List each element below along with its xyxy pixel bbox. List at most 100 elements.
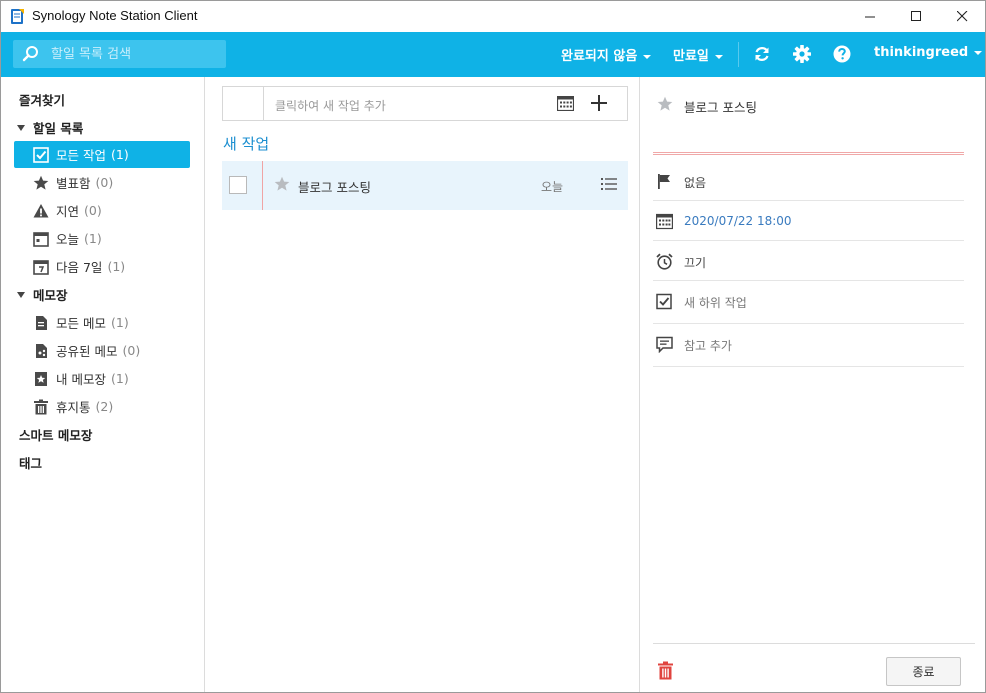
sidebar-item-label: 모든 작업	[56, 148, 106, 163]
sidebar-item-label: 지연	[56, 204, 80, 219]
sidebar-item-all-notes[interactable]: 모든 메모 (1)	[14, 309, 190, 336]
filter-label: 완료되지 않음	[561, 49, 638, 64]
sidebar-item-count: (1)	[110, 315, 129, 330]
sidebar-item-starred[interactable]: 별표함 (0)	[14, 169, 190, 196]
delete-task-icon[interactable]	[657, 661, 674, 680]
sort-label: 만료일	[673, 49, 709, 64]
minimize-icon	[864, 16, 875, 18]
detail-priority-row[interactable]: 없음	[653, 161, 964, 201]
search-box[interactable]	[13, 40, 226, 68]
detail-due-date: 2020/07/22 18:00	[684, 214, 792, 228]
detail-add-subtask: 새 하위 작업	[684, 296, 747, 310]
sidebar-item-favorites[interactable]: 즐겨찾기	[19, 86, 195, 113]
sidebar-item-today[interactable]: 오늘 (1)	[14, 225, 190, 252]
triangle-down-icon	[17, 291, 25, 298]
gear-icon[interactable]	[792, 44, 812, 64]
star-icon[interactable]	[274, 176, 290, 192]
detail-add-note: 참고 추가	[684, 339, 732, 353]
task-due-date: 오늘	[541, 180, 564, 194]
sidebar-item-overdue[interactable]: 지연 (0)	[14, 197, 190, 224]
sidebar-item-count: (1)	[110, 147, 129, 162]
calendar-today-icon	[33, 231, 49, 247]
sidebar-section-todo[interactable]: 할일 목록	[14, 114, 190, 141]
sidebar-item-all-tasks[interactable]: 모든 작업 (1)	[14, 141, 190, 168]
task-row[interactable]: 블로그 포스팅 오늘	[222, 161, 628, 210]
task-checkbox[interactable]	[229, 176, 247, 194]
search-input[interactable]	[51, 44, 221, 64]
maximize-button[interactable]	[893, 1, 939, 32]
star-icon[interactable]	[657, 96, 673, 112]
sidebar-section-label: 메모장	[33, 288, 68, 303]
close-icon	[956, 11, 967, 22]
sidebar-item-count: (1)	[84, 231, 102, 246]
calendar-week-icon	[33, 259, 49, 275]
sidebar-item-count: (0)	[84, 203, 102, 218]
warning-icon	[33, 203, 49, 217]
minimize-button[interactable]	[847, 1, 893, 32]
refresh-icon[interactable]	[752, 44, 772, 64]
sidebar-item-label: 휴지통	[56, 400, 91, 415]
sidebar-item-label: 스마트 메모장	[19, 428, 93, 443]
main-toolbar: 완료되지 않음 만료일	[1, 32, 985, 77]
checkbox-checked-icon	[33, 146, 49, 163]
sidebar-item-count: (0)	[122, 343, 141, 358]
caret-down-icon	[714, 54, 723, 59]
note-station-app-icon	[11, 9, 24, 24]
search-icon	[22, 46, 38, 62]
task-list-panel: 클릭하여 새 작업 추가 새 작업 블로그 포스팅 오늘	[206, 77, 640, 692]
plus-icon[interactable]	[590, 94, 608, 112]
add-task-input[interactable]: 클릭하여 새 작업 추가	[275, 97, 386, 114]
sidebar-item-label: 공유된 메모	[56, 344, 118, 359]
detail-footer-divider	[653, 643, 975, 644]
sidebar-item-count: (1)	[107, 259, 126, 274]
notebook-star-icon	[35, 371, 47, 386]
sidebar-item-label: 모든 메모	[56, 316, 106, 331]
detail-due-row[interactable]: 2020/07/22 18:00	[653, 201, 964, 241]
add-task-checkbox-cell	[223, 87, 264, 120]
title-bar: Synology Note Station Client	[1, 1, 985, 32]
user-name: thinkingreed	[874, 45, 969, 60]
alarm-clock-icon	[656, 253, 673, 270]
help-icon[interactable]	[832, 44, 852, 64]
task-title: 블로그 포스팅	[298, 180, 371, 195]
detail-priority: 없음	[684, 176, 707, 190]
close-detail-button[interactable]: 종료	[886, 657, 961, 686]
calendar-icon[interactable]	[557, 96, 574, 111]
checkbox-checked-icon	[656, 293, 672, 310]
notes-icon	[36, 315, 47, 330]
sidebar-item-tags[interactable]: 태그	[19, 449, 195, 476]
sidebar-item-count: (1)	[110, 371, 129, 386]
sidebar-item-count: (2)	[95, 399, 114, 414]
sidebar-item-next-7-days[interactable]: 다음 7일 (1)	[14, 253, 190, 280]
detail-note-row[interactable]: 참고 추가	[653, 324, 964, 367]
toolbar-divider	[738, 42, 739, 67]
sidebar-item-shared-notes[interactable]: 공유된 메모 (0)	[14, 337, 190, 364]
sort-dropdown[interactable]: 만료일	[673, 45, 723, 64]
detail-reminder: 끄기	[684, 256, 707, 270]
sidebar-item-smart-notebooks[interactable]: 스마트 메모장	[19, 421, 195, 448]
sidebar-item-label: 내 메모장	[56, 372, 106, 387]
task-detail-panel: 블로그 포스팅 없음 2020/07/22 18:00 끄기 새 하위 작업 참…	[641, 77, 985, 692]
shared-notes-icon	[36, 343, 47, 358]
detail-divider	[653, 152, 964, 155]
sidebar-item-count: (0)	[95, 175, 114, 190]
triangle-down-icon	[17, 124, 25, 131]
add-task-bar[interactable]: 클릭하여 새 작업 추가	[222, 86, 628, 121]
sidebar-item-label: 즐겨찾기	[19, 93, 66, 108]
task-group-title: 새 작업	[223, 135, 270, 153]
detail-reminder-row[interactable]: 끄기	[653, 241, 964, 281]
sidebar: 즐겨찾기 할일 목록 모든 작업 (1) 별표함 (0) 지연 (0) 오늘 (…	[1, 77, 205, 692]
flag-icon	[658, 174, 670, 189]
filter-dropdown[interactable]: 완료되지 않음	[561, 45, 652, 64]
close-window-button[interactable]	[939, 1, 985, 32]
user-menu[interactable]: thinkingreed	[874, 45, 983, 60]
sidebar-item-trash[interactable]: 휴지통 (2)	[14, 393, 190, 420]
sidebar-section-notebooks[interactable]: 메모장	[14, 281, 190, 308]
detail-task-title[interactable]: 블로그 포스팅	[684, 97, 757, 116]
detail-subtask-row[interactable]: 새 하위 작업	[653, 281, 964, 324]
sidebar-item-my-notebooks[interactable]: 내 메모장 (1)	[14, 365, 190, 392]
list-icon[interactable]	[601, 177, 617, 191]
calendar-icon	[656, 213, 673, 230]
priority-marker	[262, 161, 263, 210]
sidebar-section-label: 할일 목록	[33, 121, 84, 136]
